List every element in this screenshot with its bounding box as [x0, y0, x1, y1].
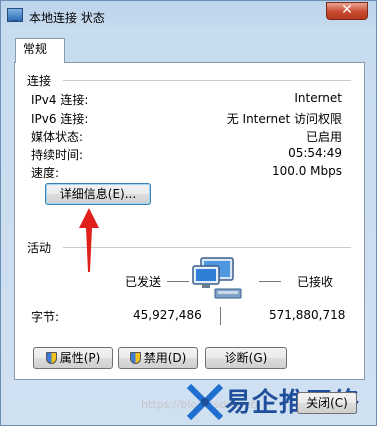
window-title: 本地连接 状态 — [29, 11, 105, 25]
connection-group-label: 连接 — [27, 74, 52, 88]
watermark-logo — [187, 383, 223, 421]
divider — [63, 247, 351, 248]
divider — [220, 307, 221, 325]
divider — [167, 281, 189, 282]
ipv4-value: Internet — [294, 91, 342, 105]
divider — [259, 281, 281, 282]
divider — [63, 80, 351, 81]
red-arrow-icon — [79, 208, 99, 272]
ipv4-label: IPv4 连接: — [31, 93, 89, 107]
properties-label: 属性(P) — [59, 351, 101, 365]
duration-label: 持续时间: — [31, 148, 84, 162]
disable-button[interactable]: 禁用(D) — [118, 347, 198, 369]
title-bar[interactable]: 本地连接 状态 ✕ — [1, 1, 376, 31]
ipv6-label: IPv6 连接: — [31, 112, 89, 126]
shield-icon — [45, 352, 57, 364]
bytes-label: 字节: — [31, 310, 60, 324]
network-icon — [7, 8, 23, 22]
disable-label: 禁用(D) — [143, 351, 187, 365]
bytes-sent-value: 45,927,486 — [133, 308, 202, 322]
tab-general[interactable]: 常规 — [15, 38, 65, 63]
bytes-received-value: 571,880,718 — [269, 308, 346, 322]
media-state-label: 媒体状态: — [31, 130, 84, 144]
activity-group-label: 活动 — [27, 241, 52, 255]
duration-value: 05:54:49 — [288, 146, 342, 160]
speed-value: 100.0 Mbps — [271, 164, 342, 178]
ipv6-value: 无 Internet 访问权限 — [226, 112, 342, 126]
diagnose-button[interactable]: 诊断(G) — [205, 347, 287, 369]
details-button[interactable]: 详细信息(E)... — [45, 183, 151, 205]
received-label: 已接收 — [297, 275, 334, 289]
network-activity-icon — [192, 257, 242, 299]
media-state-value: 已启用 — [305, 130, 342, 144]
general-panel: 连接 IPv4 连接: Internet IPv6 连接: 无 Internet… — [14, 62, 365, 380]
shield-icon — [129, 352, 141, 364]
close-icon[interactable]: ✕ — [326, 2, 368, 20]
close-button[interactable]: 关闭(C) — [297, 392, 357, 414]
speed-label: 速度: — [31, 166, 60, 180]
status-dialog: 本地连接 状态 ✕ 常规 连接 IPv4 连接: Internet IPv6 连… — [0, 0, 377, 426]
properties-button[interactable]: 属性(P) — [33, 347, 113, 369]
sent-label: 已发送 — [125, 275, 162, 289]
